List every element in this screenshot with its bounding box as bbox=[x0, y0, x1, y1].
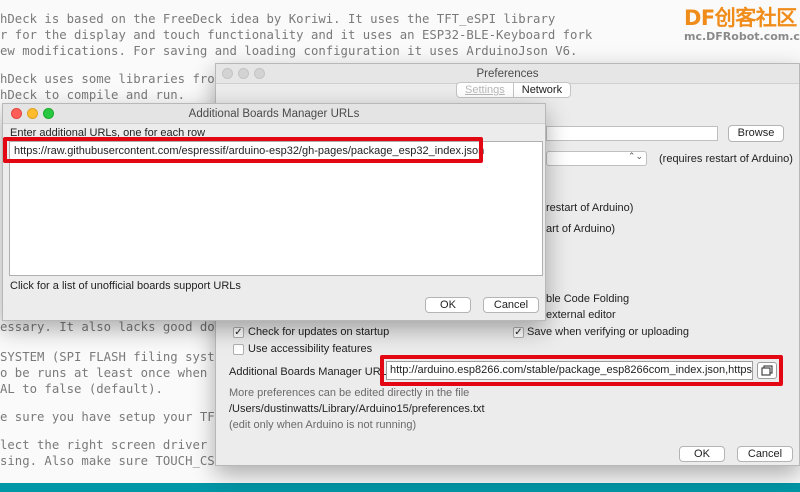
check-updates-label: Check for updates on startup bbox=[248, 326, 390, 338]
readme-line: o be runs at least once when usin bbox=[0, 366, 245, 380]
accessibility-label: Use accessibility features bbox=[248, 343, 373, 355]
readme-line: essary. It also lacks good docume bbox=[0, 320, 245, 334]
tab-settings[interactable]: Settings bbox=[457, 83, 514, 97]
readme-line: ew modifications. For saving and loading… bbox=[0, 44, 578, 58]
accessibility-checkbox[interactable] bbox=[233, 344, 244, 355]
edit-note: (edit only when Arduino is not running) bbox=[229, 419, 417, 431]
restart-note-partial: art of Arduino) bbox=[546, 223, 616, 235]
highlight-esp32-url bbox=[3, 137, 483, 163]
zoom-window-icon[interactable] bbox=[254, 68, 265, 79]
preferences-titlebar: Preferences bbox=[216, 64, 799, 84]
external-editor-label: external editor bbox=[546, 309, 616, 321]
logo-brand: DF bbox=[684, 6, 715, 30]
readme-line: hDeck is based on the FreeDeck idea by K… bbox=[0, 12, 556, 26]
readme-line: hDeck uses some libraries from ot bbox=[0, 72, 245, 86]
minimize-window-icon[interactable] bbox=[238, 68, 249, 79]
prefs-file-path: /Users/dustinwatts/Library/Arduino15/pre… bbox=[229, 403, 485, 415]
language-select[interactable]: ⌃⌄ bbox=[546, 151, 647, 166]
check-updates-checkbox[interactable]: ✓ bbox=[233, 327, 244, 338]
readme-line: AL to false (default). bbox=[0, 382, 163, 396]
readme-line: r for the display and touch functionalit… bbox=[0, 28, 593, 42]
boards-dialog-title: Additional Boards Manager URLs bbox=[188, 108, 360, 120]
boards-dialog-titlebar: Additional Boards Manager URLs bbox=[3, 104, 545, 124]
logo-domain: mc.DFRobot.com.cn bbox=[684, 30, 800, 43]
dfrobot-logo: DF创客社区 mc.DFRobot.com.cn bbox=[684, 2, 800, 43]
save-verify-checkbox[interactable]: ✓ bbox=[513, 327, 524, 338]
logo-title: DF创客社区 bbox=[684, 2, 800, 32]
readme-line: e sure you have setup your TFT dis bbox=[0, 410, 252, 424]
unofficial-boards-link[interactable]: Click for a list of unofficial boards su… bbox=[10, 280, 241, 292]
readme-line: sing. Also make sure TOUCH_CS is d bbox=[0, 454, 252, 468]
tab-network[interactable]: Network bbox=[514, 83, 570, 97]
boards-ok-button[interactable]: OK bbox=[425, 297, 471, 313]
preferences-tabs: Settings Network bbox=[456, 82, 572, 98]
browse-button[interactable]: Browse bbox=[728, 125, 784, 142]
logo-brand-cn: 创客社区 bbox=[714, 6, 798, 30]
language-restart-note: (requires restart of Arduino) bbox=[659, 153, 793, 165]
minimize-dialog-icon[interactable] bbox=[27, 108, 38, 119]
readme-line: hDeck to compile and run. bbox=[0, 88, 186, 102]
sketchbook-location-input[interactable] bbox=[546, 126, 718, 141]
boards-urls-dialog: Additional Boards Manager URLs Enter add… bbox=[2, 103, 546, 321]
more-prefs-text: More preferences can be edited directly … bbox=[229, 387, 470, 399]
zoom-dialog-icon[interactable] bbox=[43, 108, 54, 119]
boards-url-label: Additional Boards Manager URLs: bbox=[229, 366, 396, 378]
preferences-cancel-button[interactable]: Cancel bbox=[737, 446, 793, 462]
chevron-updown-icon: ⌃⌄ bbox=[627, 151, 643, 161]
preferences-title: Preferences bbox=[476, 68, 539, 80]
highlight-esp8266-url bbox=[380, 355, 783, 386]
close-window-icon[interactable] bbox=[222, 68, 233, 79]
readme-line: lect the right screen driver and bbox=[0, 438, 237, 452]
preferences-ok-button[interactable]: OK bbox=[679, 446, 725, 462]
restart-note-partial: restart of Arduino) bbox=[546, 202, 634, 214]
close-dialog-icon[interactable] bbox=[11, 108, 22, 119]
accent-bar bbox=[0, 483, 800, 492]
readme-line: SYSTEM (SPI FLASH filing system) bbox=[0, 350, 237, 364]
save-verify-label: Save when verifying or uploading bbox=[527, 326, 690, 338]
code-folding-label: ble Code Folding bbox=[546, 293, 630, 305]
boards-cancel-button[interactable]: Cancel bbox=[483, 297, 539, 313]
